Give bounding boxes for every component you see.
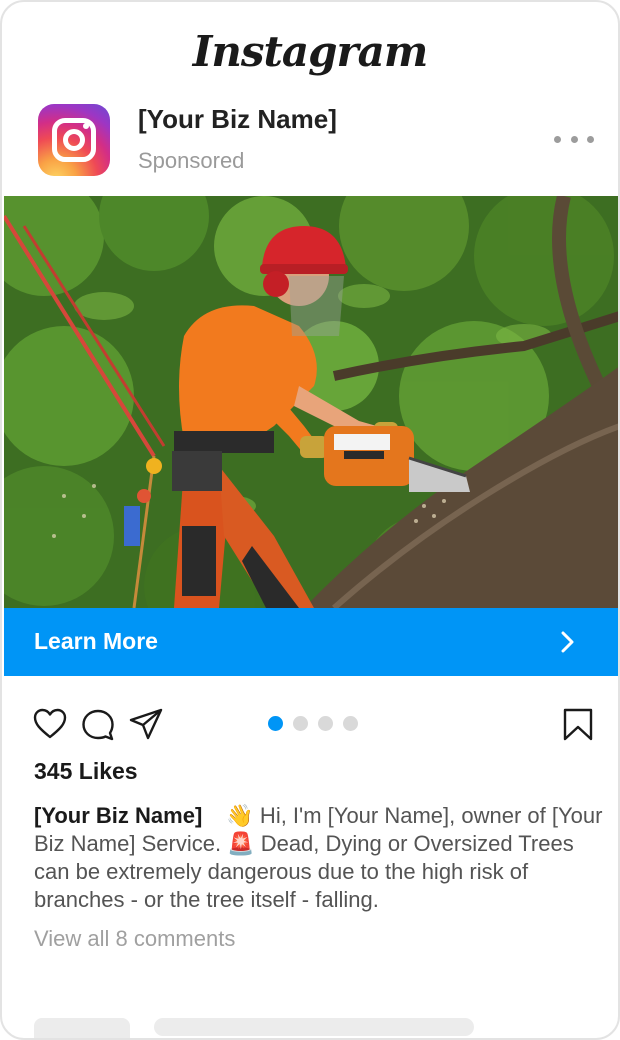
carousel-dot[interactable] <box>293 716 308 731</box>
action-bar <box>2 702 618 746</box>
siren-emoji: 🚨 <box>227 831 255 856</box>
view-comments-link[interactable]: View all 8 comments <box>34 926 235 952</box>
instagram-wordmark: Instagram <box>192 27 429 76</box>
likes-count[interactable]: 345 Likes <box>34 758 138 785</box>
chevron-right-icon <box>561 631 574 653</box>
post-caption: [Your Biz Name] 👋 Hi, I'm [Your Name], o… <box>34 802 604 914</box>
bookmark-icon[interactable] <box>560 706 596 742</box>
learn-more-label: Learn More <box>34 628 158 654</box>
wave-emoji: 👋 <box>226 803 254 828</box>
app-header: Instagram <box>2 20 618 90</box>
carousel-indicator <box>268 716 358 731</box>
account-name[interactable]: [Your Biz Name] <box>138 104 337 135</box>
skeleton-placeholder <box>154 1018 474 1036</box>
post-header: [Your Biz Name] Sponsored <box>2 102 618 182</box>
sponsored-label: Sponsored <box>138 148 245 173</box>
learn-more-button[interactable]: Learn More <box>4 608 618 676</box>
post-image[interactable] <box>4 196 618 608</box>
more-horizontal-icon[interactable] <box>554 124 594 154</box>
send-icon[interactable] <box>128 706 164 742</box>
arborist-photo <box>4 196 618 608</box>
carousel-dot[interactable] <box>318 716 333 731</box>
carousel-dot-active[interactable] <box>268 716 283 731</box>
instagram-logo-icon[interactable] <box>38 104 110 176</box>
ad-preview-card: Instagram [Your Biz Name] Sponsored Lear… <box>0 0 620 1040</box>
comment-icon[interactable] <box>80 706 116 742</box>
heart-icon[interactable] <box>32 706 68 742</box>
skeleton-placeholder <box>34 1018 130 1038</box>
carousel-dot[interactable] <box>343 716 358 731</box>
caption-account-name[interactable]: [Your Biz Name] <box>34 803 202 828</box>
